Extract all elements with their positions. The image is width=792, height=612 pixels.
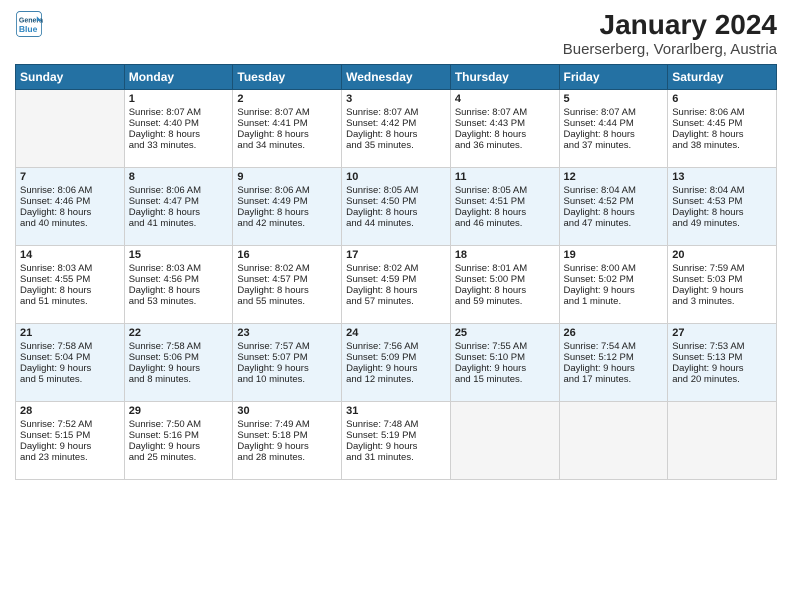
logo-icon: General Blue: [15, 10, 43, 38]
calendar-cell: 27Sunrise: 7:53 AMSunset: 5:13 PMDayligh…: [668, 323, 777, 401]
calendar-cell: 2Sunrise: 8:07 AMSunset: 4:41 PMDaylight…: [233, 89, 342, 167]
calendar-cell: 9Sunrise: 8:06 AMSunset: 4:49 PMDaylight…: [233, 167, 342, 245]
main-container: General Blue January 2024 Buerserberg, V…: [0, 0, 792, 488]
day-number: 30: [237, 405, 337, 417]
day-number: 10: [346, 171, 446, 183]
calendar-cell: 26Sunrise: 7:54 AMSunset: 5:12 PMDayligh…: [559, 323, 668, 401]
day-number: 22: [129, 327, 229, 339]
day-number: 23: [237, 327, 337, 339]
calendar-cell: 10Sunrise: 8:05 AMSunset: 4:50 PMDayligh…: [342, 167, 451, 245]
logo: General Blue: [15, 10, 43, 38]
calendar-week-4: 21Sunrise: 7:58 AMSunset: 5:04 PMDayligh…: [16, 323, 777, 401]
calendar-cell: 28Sunrise: 7:52 AMSunset: 5:15 PMDayligh…: [16, 401, 125, 479]
calendar-cell: 21Sunrise: 7:58 AMSunset: 5:04 PMDayligh…: [16, 323, 125, 401]
day-number: 29: [129, 405, 229, 417]
calendar-cell: 17Sunrise: 8:02 AMSunset: 4:59 PMDayligh…: [342, 245, 451, 323]
day-number: 13: [672, 171, 772, 183]
calendar-cell: 18Sunrise: 8:01 AMSunset: 5:00 PMDayligh…: [450, 245, 559, 323]
day-number: 25: [455, 327, 555, 339]
calendar-cell: 1Sunrise: 8:07 AMSunset: 4:40 PMDaylight…: [124, 89, 233, 167]
day-number: 14: [20, 249, 120, 261]
calendar-cell: 22Sunrise: 7:58 AMSunset: 5:06 PMDayligh…: [124, 323, 233, 401]
header-tuesday: Tuesday: [233, 64, 342, 89]
calendar-cell: 13Sunrise: 8:04 AMSunset: 4:53 PMDayligh…: [668, 167, 777, 245]
day-number: 4: [455, 93, 555, 105]
calendar-cell: 5Sunrise: 8:07 AMSunset: 4:44 PMDaylight…: [559, 89, 668, 167]
day-number: 6: [672, 93, 772, 105]
calendar-cell: 25Sunrise: 7:55 AMSunset: 5:10 PMDayligh…: [450, 323, 559, 401]
calendar-week-5: 28Sunrise: 7:52 AMSunset: 5:15 PMDayligh…: [16, 401, 777, 479]
day-number: 1: [129, 93, 229, 105]
calendar-cell: 19Sunrise: 8:00 AMSunset: 5:02 PMDayligh…: [559, 245, 668, 323]
calendar-cell: 6Sunrise: 8:06 AMSunset: 4:45 PMDaylight…: [668, 89, 777, 167]
calendar-cell: [16, 89, 125, 167]
page-title: January 2024: [563, 10, 777, 41]
day-number: 16: [237, 249, 337, 261]
day-number: 28: [20, 405, 120, 417]
calendar-cell: 16Sunrise: 8:02 AMSunset: 4:57 PMDayligh…: [233, 245, 342, 323]
calendar-week-1: 1Sunrise: 8:07 AMSunset: 4:40 PMDaylight…: [16, 89, 777, 167]
day-number: 27: [672, 327, 772, 339]
calendar-cell: 3Sunrise: 8:07 AMSunset: 4:42 PMDaylight…: [342, 89, 451, 167]
day-number: 20: [672, 249, 772, 261]
calendar-cell: [668, 401, 777, 479]
svg-text:Blue: Blue: [19, 24, 38, 34]
day-number: 9: [237, 171, 337, 183]
day-number: 24: [346, 327, 446, 339]
header-sunday: Sunday: [16, 64, 125, 89]
page-subtitle: Buerserberg, Vorarlberg, Austria: [563, 41, 777, 58]
calendar-table: SundayMondayTuesdayWednesdayThursdayFrid…: [15, 64, 777, 480]
day-number: 7: [20, 171, 120, 183]
calendar-header-row: SundayMondayTuesdayWednesdayThursdayFrid…: [16, 64, 777, 89]
header-friday: Friday: [559, 64, 668, 89]
calendar-cell: 23Sunrise: 7:57 AMSunset: 5:07 PMDayligh…: [233, 323, 342, 401]
calendar-cell: 31Sunrise: 7:48 AMSunset: 5:19 PMDayligh…: [342, 401, 451, 479]
calendar-cell: 29Sunrise: 7:50 AMSunset: 5:16 PMDayligh…: [124, 401, 233, 479]
calendar-week-3: 14Sunrise: 8:03 AMSunset: 4:55 PMDayligh…: [16, 245, 777, 323]
day-number: 19: [564, 249, 664, 261]
day-number: 11: [455, 171, 555, 183]
title-block: January 2024 Buerserberg, Vorarlberg, Au…: [563, 10, 777, 58]
calendar-week-2: 7Sunrise: 8:06 AMSunset: 4:46 PMDaylight…: [16, 167, 777, 245]
calendar-cell: 11Sunrise: 8:05 AMSunset: 4:51 PMDayligh…: [450, 167, 559, 245]
day-number: 31: [346, 405, 446, 417]
day-number: 17: [346, 249, 446, 261]
header-saturday: Saturday: [668, 64, 777, 89]
calendar-cell: [559, 401, 668, 479]
day-number: 5: [564, 93, 664, 105]
day-number: 2: [237, 93, 337, 105]
day-number: 15: [129, 249, 229, 261]
calendar-cell: 30Sunrise: 7:49 AMSunset: 5:18 PMDayligh…: [233, 401, 342, 479]
header-wednesday: Wednesday: [342, 64, 451, 89]
calendar-cell: 4Sunrise: 8:07 AMSunset: 4:43 PMDaylight…: [450, 89, 559, 167]
calendar-cell: 15Sunrise: 8:03 AMSunset: 4:56 PMDayligh…: [124, 245, 233, 323]
header-row: General Blue January 2024 Buerserberg, V…: [15, 10, 777, 58]
day-number: 21: [20, 327, 120, 339]
calendar-cell: 12Sunrise: 8:04 AMSunset: 4:52 PMDayligh…: [559, 167, 668, 245]
calendar-cell: 20Sunrise: 7:59 AMSunset: 5:03 PMDayligh…: [668, 245, 777, 323]
calendar-cell: 24Sunrise: 7:56 AMSunset: 5:09 PMDayligh…: [342, 323, 451, 401]
header-thursday: Thursday: [450, 64, 559, 89]
calendar-cell: [450, 401, 559, 479]
day-number: 18: [455, 249, 555, 261]
day-number: 3: [346, 93, 446, 105]
day-number: 26: [564, 327, 664, 339]
calendar-cell: 8Sunrise: 8:06 AMSunset: 4:47 PMDaylight…: [124, 167, 233, 245]
calendar-cell: 14Sunrise: 8:03 AMSunset: 4:55 PMDayligh…: [16, 245, 125, 323]
calendar-cell: 7Sunrise: 8:06 AMSunset: 4:46 PMDaylight…: [16, 167, 125, 245]
day-number: 12: [564, 171, 664, 183]
header-monday: Monday: [124, 64, 233, 89]
day-number: 8: [129, 171, 229, 183]
